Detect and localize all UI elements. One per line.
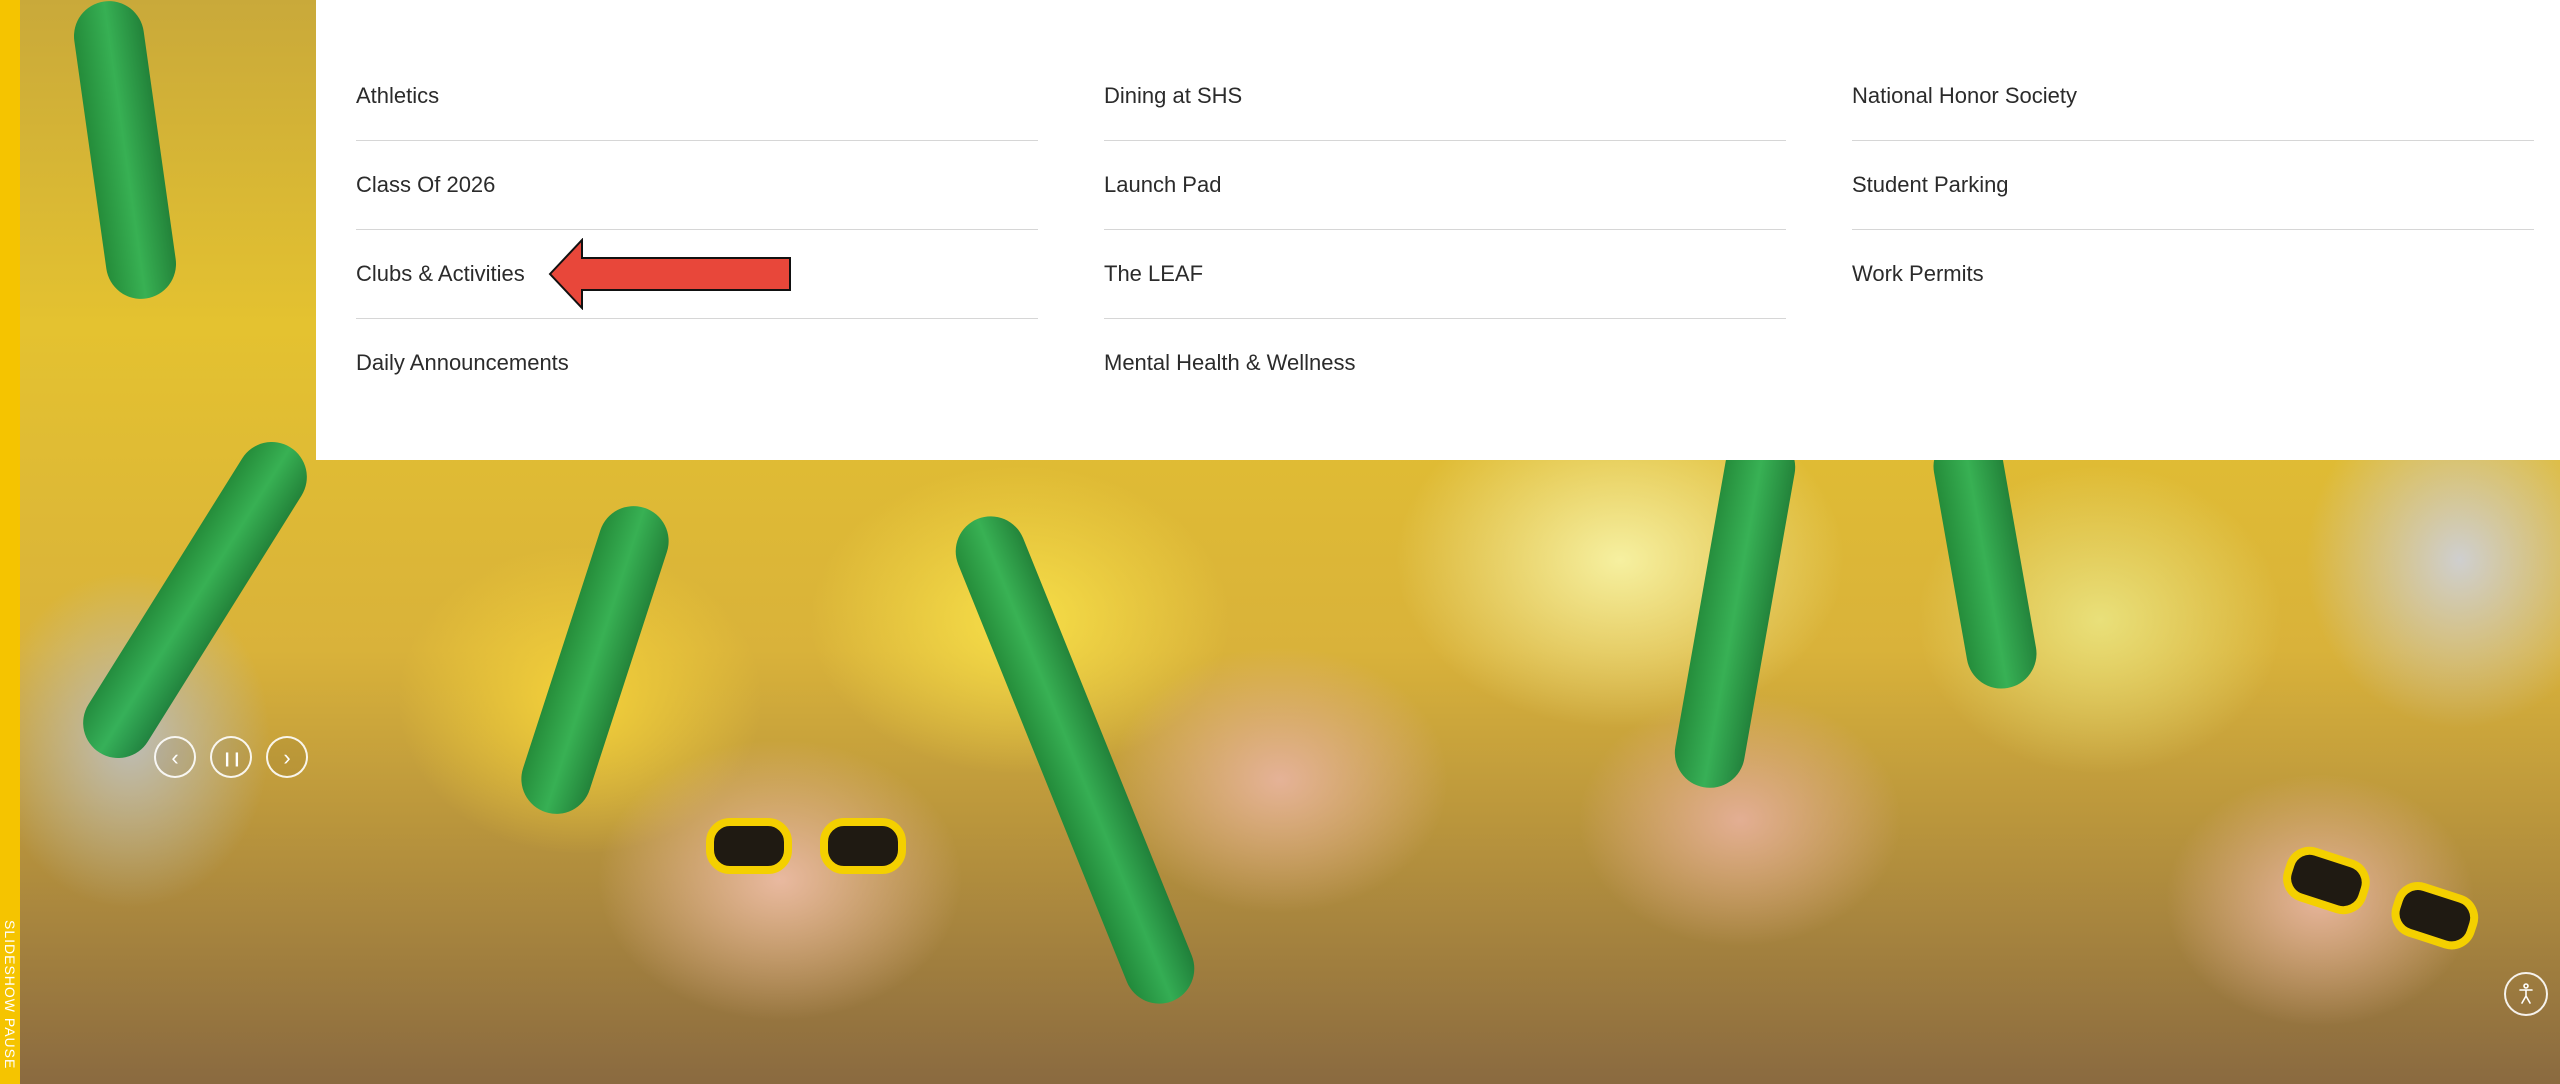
pennant-shape (945, 505, 1205, 1015)
left-accent-stripe: SLIDESHOW PAUSE (0, 0, 20, 1084)
menu-item-class-of-2026[interactable]: Class Of 2026 (356, 141, 1038, 230)
pennant-shape (69, 428, 321, 772)
pennant-shape (1669, 426, 1801, 794)
chevron-left-icon[interactable]: ‹ (154, 736, 196, 778)
pennant-shape (512, 497, 678, 823)
pause-icon[interactable]: ❙❙ (210, 736, 252, 778)
menu-item-athletics[interactable]: Athletics (356, 52, 1038, 141)
menu-item-student-parking[interactable]: Student Parking (1852, 141, 2534, 230)
menu-column-3: National Honor Society Student Parking W… (1852, 52, 2534, 318)
menu-column-2: Dining at SHS Launch Pad The LEAF Mental… (1104, 52, 1786, 407)
annotation-arrow-icon (548, 238, 791, 310)
accessibility-icon (2519, 983, 2533, 1004)
menu-item-the-leaf[interactable]: The LEAF (1104, 230, 1786, 319)
menu-item-mental-health[interactable]: Mental Health & Wellness (1104, 319, 1786, 407)
accessibility-button[interactable] (2504, 972, 2548, 1016)
menu-column-1: Athletics Class Of 2026 Clubs & Activiti… (356, 52, 1038, 407)
menu-item-daily-announcements[interactable]: Daily Announcements (356, 319, 1038, 407)
sunglasses-shape (2276, 840, 2485, 960)
menu-item-national-honor-society[interactable]: National Honor Society (1852, 52, 2534, 141)
menu-item-work-permits[interactable]: Work Permits (1852, 230, 2534, 318)
dropdown-menu-panel: Athletics Class Of 2026 Clubs & Activiti… (316, 0, 2560, 460)
pennant-shape (1927, 425, 2043, 695)
vertical-caption: SLIDESHOW PAUSE (2, 920, 18, 1070)
menu-item-dining[interactable]: Dining at SHS (1104, 52, 1786, 141)
menu-item-launch-pad[interactable]: Launch Pad (1104, 141, 1786, 230)
carousel-controls: ‹ ❙❙ › (154, 736, 308, 778)
chevron-right-icon[interactable]: › (266, 736, 308, 778)
sunglasses-shape (706, 818, 906, 878)
pennant-shape (69, 0, 181, 304)
